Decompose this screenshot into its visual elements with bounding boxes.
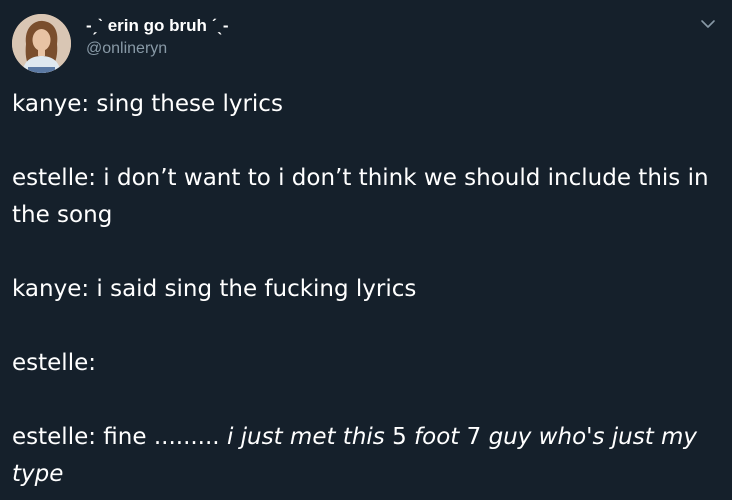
- author-info: -ˏˋ erin go bruh ˊˎ- @onlineryn: [86, 15, 229, 59]
- tweet-text: kanye: sing these lyrics estelle: i don’…: [12, 86, 717, 493]
- chevron-down-icon: [701, 20, 715, 28]
- tweet-line: estelle:: [12, 350, 96, 376]
- lyric-part: foot: [406, 424, 467, 450]
- line-break: [12, 308, 717, 345]
- tweet-menu-button[interactable]: [698, 14, 718, 34]
- line-break: [12, 382, 717, 419]
- user-handle[interactable]: @onlineryn: [86, 39, 229, 59]
- tweet-line: kanye: i said sing the fucking lyrics: [12, 276, 417, 302]
- avatar[interactable]: [12, 14, 71, 73]
- line-break: [12, 234, 717, 271]
- lyric-number: 5: [392, 424, 407, 450]
- display-name[interactable]: -ˏˋ erin go bruh ˊˎ-: [86, 15, 229, 37]
- lyric-number: 7: [466, 424, 482, 450]
- tweet-card: -ˏˋ erin go bruh ˊˎ- @onlineryn kanye: s…: [0, 0, 732, 500]
- profile-photo-icon: [12, 14, 71, 73]
- lyric-part: i just met this: [226, 424, 393, 450]
- line-break: [12, 123, 717, 160]
- tweet-line-final: estelle: fine ......... i just met this …: [12, 419, 717, 493]
- tweet-line: kanye: sing these lyrics: [12, 91, 283, 117]
- tweet-line-prefix: estelle: fine .........: [12, 424, 227, 450]
- tweet-line: estelle: i don’t want to i don’t think w…: [12, 165, 709, 228]
